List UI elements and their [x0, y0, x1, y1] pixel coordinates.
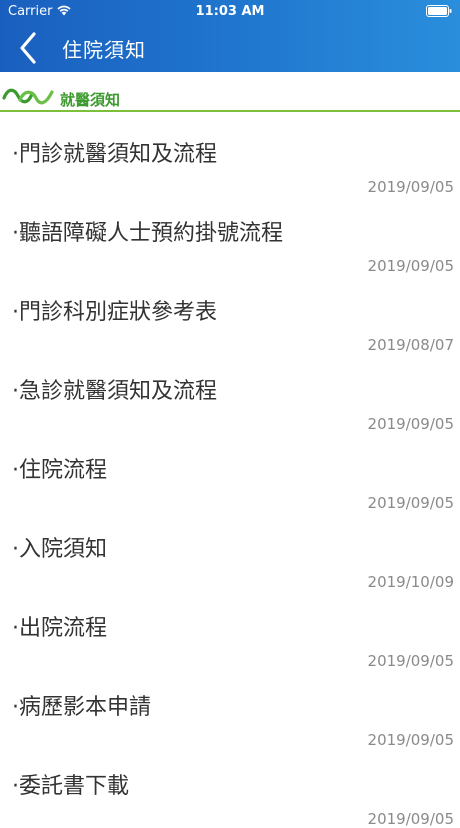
list-item[interactable]: ·病歷影本申請 2019/09/05	[0, 665, 460, 749]
section-header: 就醫須知	[0, 84, 460, 112]
item-title: ·入院須知	[12, 537, 107, 562]
battery-icon	[426, 5, 452, 17]
green-wave-logo-icon	[2, 88, 54, 105]
item-title: ·聽語障礙人士預約掛號流程	[12, 221, 283, 246]
item-title: ·住院流程	[12, 458, 107, 483]
list-item[interactable]: ·出院流程 2019/09/05	[0, 586, 460, 670]
item-date: 2019/09/05	[367, 810, 454, 828]
item-title: ·出院流程	[12, 616, 107, 641]
list-item[interactable]: ·急診就醫須知及流程 2019/09/05	[0, 349, 460, 433]
section-title: 就醫須知	[60, 91, 121, 109]
item-title: ·委託書下載	[12, 774, 129, 799]
navigation-bar: 住院須知	[0, 24, 460, 72]
chevron-left-icon	[20, 32, 36, 64]
back-button[interactable]	[14, 30, 48, 66]
list-item[interactable]: ·門診科別症狀參考表 2019/08/07	[0, 270, 460, 354]
list-item[interactable]: ·入院須知 2019/10/09	[0, 507, 460, 591]
item-title: ·病歷影本申請	[12, 695, 151, 720]
notice-list: ·門診就醫須知及流程 2019/09/05 ·聽語障礙人士預約掛號流程 2019…	[0, 112, 460, 828]
status-time: 11:03 AM	[195, 4, 265, 19]
page-title: 住院須知	[62, 38, 146, 62]
item-title: ·門診科別症狀參考表	[12, 300, 217, 325]
app-header: Carrier 11:03 AM 住院須知	[0, 0, 460, 72]
list-item[interactable]: ·門診就醫須知及流程 2019/09/05	[0, 112, 460, 196]
status-bar: Carrier 11:03 AM	[0, 0, 460, 24]
list-item[interactable]: ·委託書下載 2019/09/05	[0, 744, 460, 828]
list-item[interactable]: ·住院流程 2019/09/05	[0, 428, 460, 512]
list-item[interactable]: ·聽語障礙人士預約掛號流程 2019/09/05	[0, 191, 460, 275]
item-title: ·門診就醫須知及流程	[12, 142, 217, 167]
item-title: ·急診就醫須知及流程	[12, 379, 217, 404]
